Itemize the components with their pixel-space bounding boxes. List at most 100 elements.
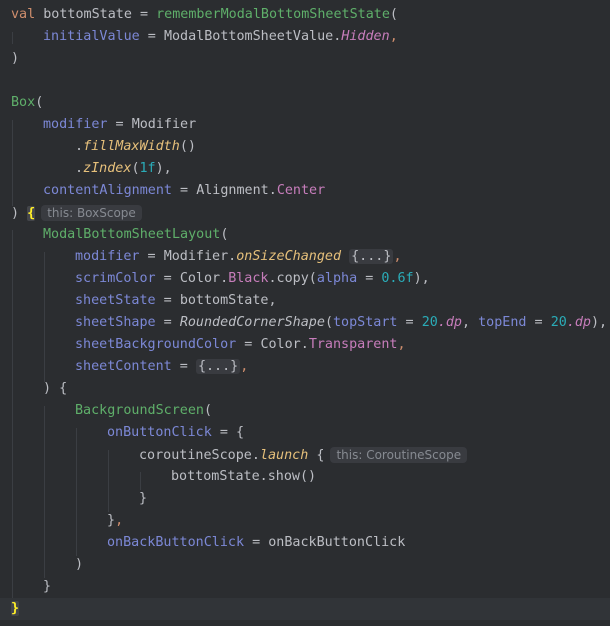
inlay-hint: this: CoroutineScope (330, 447, 468, 463)
method-call: .copy( (268, 271, 317, 286)
object-name: Modifier. (163, 249, 237, 264)
operator: = (139, 29, 164, 44)
comma: , (115, 513, 124, 528)
extension-function: launch (259, 448, 309, 463)
operator: = (236, 337, 261, 352)
paren: ), (413, 271, 430, 286)
lambda-open: = { (211, 425, 245, 440)
code-line-13[interactable]: scrimColor = Color.Black.copy(alpha = 0.… (0, 268, 610, 290)
named-argument: sheetShape (75, 315, 156, 330)
code-line-27[interactable]: } (0, 576, 610, 598)
code-line-15[interactable]: sheetShape = RoundedCornerShape(topStart… (0, 312, 610, 334)
named-argument: modifier (43, 117, 108, 132)
code-line-6[interactable]: modifier = Modifier (0, 114, 610, 136)
object-name: Color. (260, 337, 309, 352)
number-literal: 20 (421, 315, 438, 330)
paren: ) (11, 206, 28, 221)
named-argument: onButtonClick (107, 425, 212, 440)
code-line-28[interactable]: } (0, 598, 610, 620)
brace: } (43, 579, 52, 594)
named-argument: sheetContent (75, 359, 172, 374)
code-line-18[interactable]: ) { (0, 378, 610, 400)
named-argument: topStart (333, 315, 398, 330)
comma: , (397, 337, 406, 352)
dot: . (75, 139, 84, 154)
named-argument: alpha (316, 271, 358, 286)
extension-function: zIndex (83, 161, 132, 176)
code-line-7[interactable]: .fillMaxWidth() (0, 136, 610, 158)
property: Black (228, 271, 269, 286)
code-line-9[interactable]: contentAlignment = Alignment.Center (0, 180, 610, 202)
matched-brace: { (27, 206, 36, 221)
brace: { (308, 448, 325, 463)
property: Transparent (308, 337, 398, 352)
code-line-5[interactable]: Box( (0, 92, 610, 114)
extension-function: fillMaxWidth (83, 139, 180, 154)
folded-code[interactable]: {...} (195, 359, 241, 374)
property: Center (276, 183, 326, 198)
type-name: ModalBottomSheetValue. (163, 29, 342, 44)
code-line-26[interactable]: ) (0, 554, 610, 576)
code-line-23[interactable]: } (0, 488, 610, 510)
function-call: rememberModalBottomSheetState (156, 7, 390, 22)
comma: , (393, 249, 402, 264)
paren-brace: ) { (43, 381, 68, 396)
paren: ) (75, 557, 84, 572)
code-editor[interactable]: val bottomState = rememberModalBottomShe… (0, 0, 610, 626)
separator: , (462, 315, 479, 330)
function-call: Box (11, 95, 36, 110)
code-line-1[interactable]: val bottomState = rememberModalBottomShe… (0, 4, 610, 26)
operator: = (155, 271, 180, 286)
code-line-20[interactable]: onButtonClick = { (0, 422, 610, 444)
code-line-16[interactable]: sheetBackgroundColor = Color.Transparent… (0, 334, 610, 356)
operator: = (172, 183, 197, 198)
parens: () (179, 139, 196, 154)
paren: ( (220, 227, 229, 242)
code-line-11[interactable]: ModalBottomSheetLayout( (0, 224, 610, 246)
paren: ) (11, 51, 20, 66)
operator: = (139, 249, 164, 264)
operator: = (526, 315, 551, 330)
brace: } (107, 513, 116, 528)
named-argument: sheetBackgroundColor (75, 337, 237, 352)
named-argument: sheetState (75, 293, 156, 308)
inlay-hint: this: BoxScope (41, 205, 142, 221)
object-name: Alignment. (196, 183, 277, 198)
number-literal: 1f (139, 161, 156, 176)
named-argument: topEnd (478, 315, 527, 330)
paren: ( (35, 95, 44, 110)
function-call: RoundedCornerShape (179, 315, 325, 330)
code-line-17[interactable]: sheetContent = {...}, (0, 356, 610, 378)
code-line-2[interactable]: initialValue = ModalBottomSheetValue.Hid… (0, 26, 610, 48)
operator: = (397, 315, 422, 330)
named-argument: scrimColor (75, 271, 156, 286)
code-line-12[interactable]: modifier = Modifier.onSizeChanged {...}, (0, 246, 610, 268)
code-line-3[interactable]: ) (0, 48, 610, 70)
extension-function: onSizeChanged (236, 249, 342, 264)
named-argument: contentAlignment (43, 183, 172, 198)
code-line-14[interactable]: sheetState = bottomState, (0, 290, 610, 312)
operator: = (171, 359, 196, 374)
paren: ), (155, 161, 172, 176)
paren: ), (591, 315, 608, 330)
code-line-24[interactable]: }, (0, 510, 610, 532)
variable-name: bottomState (35, 7, 132, 22)
variable-ref: = onBackButtonClick (244, 535, 406, 550)
function-call: ModalBottomSheetLayout (43, 227, 221, 242)
object-name: Modifier (131, 117, 197, 132)
code-line-19[interactable]: BackgroundScreen( (0, 400, 610, 422)
dp-extension: .dp (566, 315, 591, 330)
object-name: Color. (179, 271, 229, 286)
code-line-8[interactable]: .zIndex(1f), (0, 158, 610, 180)
paren: ( (204, 403, 213, 418)
code-line-21[interactable]: coroutineScope.launch {this: CoroutineSc… (0, 444, 610, 466)
code-line-10[interactable]: ) { this: BoxScope (0, 202, 610, 224)
variable-ref: bottomState, (179, 293, 277, 308)
code-line-25[interactable]: onBackButtonClick = onBackButtonClick (0, 532, 610, 554)
code-line-22[interactable]: bottomState.show() (0, 466, 610, 488)
operator: = (107, 117, 132, 132)
paren: ( (131, 161, 140, 176)
folded-code[interactable]: {...} (349, 249, 394, 264)
named-argument: modifier (75, 249, 140, 264)
operator: = (155, 315, 180, 330)
